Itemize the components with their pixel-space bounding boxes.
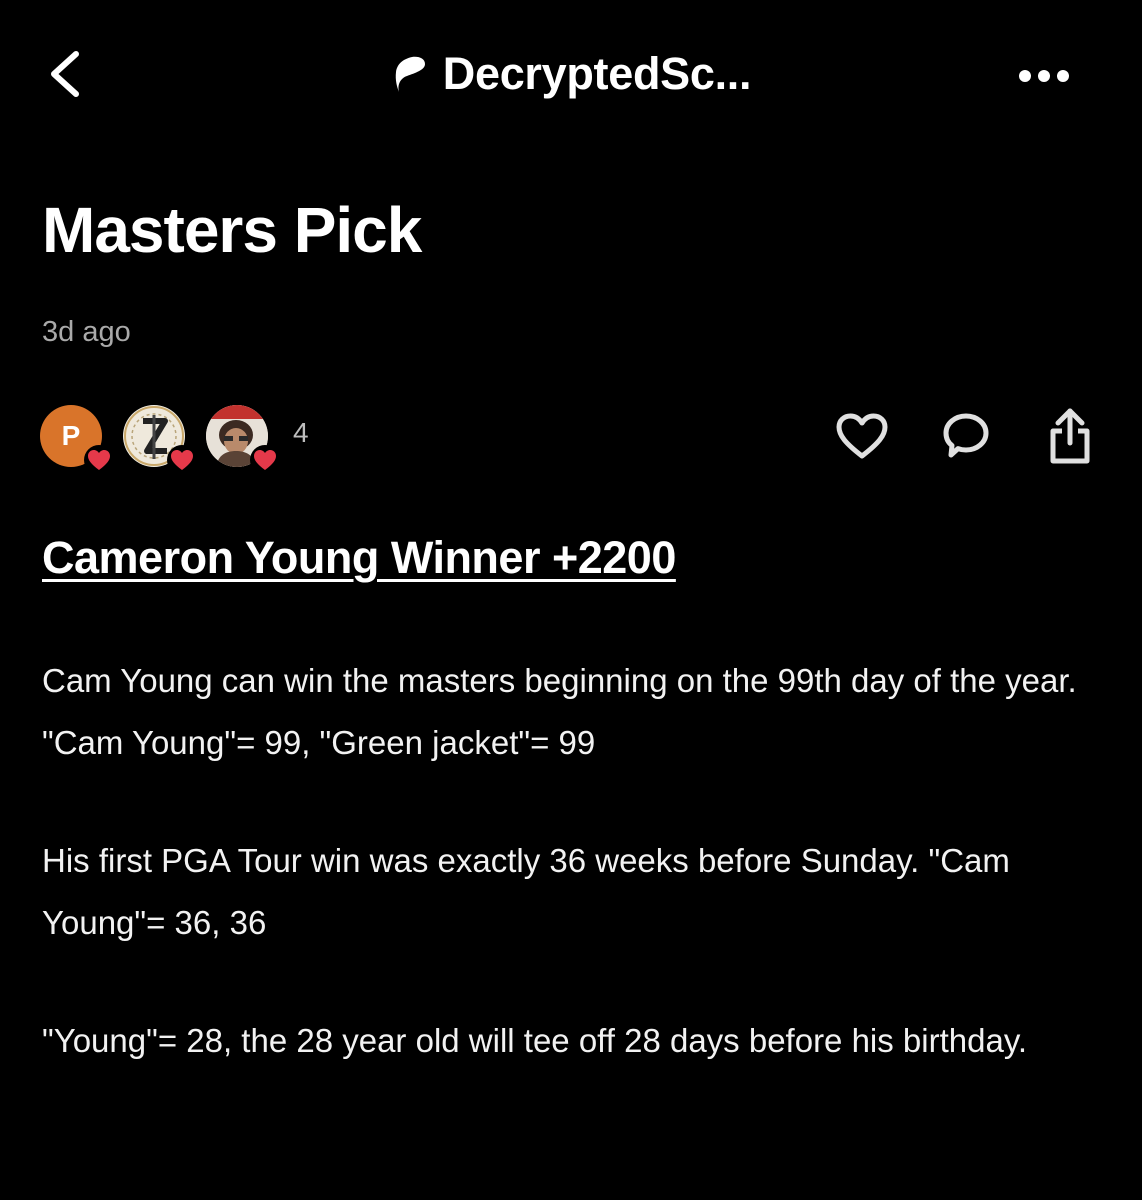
like-button[interactable] xyxy=(832,406,892,466)
post-date: 3d ago xyxy=(42,316,131,348)
post-paragraph: Cam Young can win the masters beginning … xyxy=(42,662,1077,761)
liker-avatar[interactable]: P xyxy=(40,405,114,475)
share-button[interactable] xyxy=(1040,406,1100,466)
avatar-initial: P xyxy=(61,420,81,451)
pick-headline-link[interactable]: Cameron Young Winner +2200 xyxy=(42,530,676,586)
heart-badge-icon xyxy=(84,445,114,475)
post-paragraph: His first PGA Tour win was exactly 36 we… xyxy=(42,842,1010,941)
liker-avatar[interactable] xyxy=(206,405,280,475)
post-paragraph: "Young"= 28, the 28 year old will tee of… xyxy=(42,1022,1028,1059)
post-actions xyxy=(830,404,1100,468)
comment-button[interactable] xyxy=(936,406,996,466)
creator-title-button[interactable]: DecryptedSc... xyxy=(0,48,1142,100)
more-options-button[interactable] xyxy=(1012,56,1076,96)
share-icon xyxy=(1050,408,1090,464)
creator-name: DecryptedSc... xyxy=(442,48,752,99)
likers-row[interactable]: P 4 xyxy=(40,404,309,475)
post-title: Masters Pick xyxy=(42,194,422,266)
liker-avatar[interactable] xyxy=(123,405,197,475)
patreon-logo-icon xyxy=(391,54,431,94)
heart-badge-icon xyxy=(250,445,280,475)
heart-icon xyxy=(836,413,888,459)
more-dots-icon xyxy=(1019,70,1069,82)
like-count[interactable]: 4 xyxy=(293,417,309,449)
comment-icon xyxy=(943,413,989,458)
heart-badge-icon xyxy=(167,445,197,475)
top-nav-bar: DecryptedSc... xyxy=(0,0,1142,150)
